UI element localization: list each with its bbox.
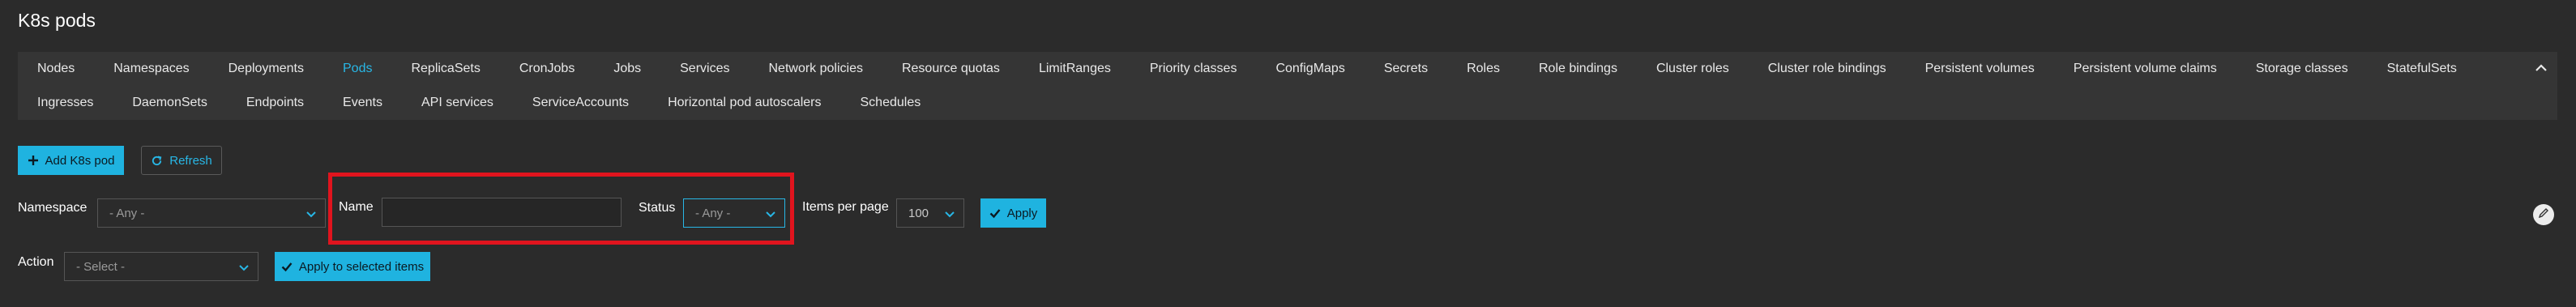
items-per-page-select[interactable]: 100 — [896, 198, 964, 228]
page: K8s pods Nodes Namespaces Deployments Pods R… — [0, 0, 2576, 307]
tab-storage-classes[interactable]: Storage classes — [2236, 52, 2368, 86]
apply-to-selected-button[interactable]: Apply to selected items — [275, 252, 430, 281]
tab-limitranges[interactable]: LimitRanges — [1019, 52, 1130, 86]
apply-button[interactable]: Apply — [980, 198, 1046, 228]
tab-endpoints[interactable]: Endpoints — [227, 86, 323, 120]
tab-ingresses[interactable]: Ingresses — [18, 86, 113, 120]
tab-roles[interactable]: Roles — [1447, 52, 1519, 86]
tab-persistent-volumes[interactable]: Persistent volumes — [1906, 52, 2054, 86]
chevron-down-icon — [306, 211, 316, 218]
tab-pods[interactable]: Pods — [323, 52, 391, 86]
tab-network-policies[interactable]: Network policies — [749, 52, 882, 86]
namespace-select[interactable]: - Any - — [97, 198, 326, 228]
namespace-label: Namespace — [18, 201, 88, 215]
refresh-button[interactable]: Refresh — [141, 146, 222, 175]
edit-button[interactable] — [2533, 204, 2554, 225]
apply-to-selected-label: Apply to selected items — [298, 259, 425, 274]
action-select[interactable]: - Select - — [64, 252, 258, 281]
tab-statefulsets[interactable]: StatefulSets — [2368, 52, 2476, 86]
chevron-down-icon — [239, 265, 249, 271]
pencil-icon — [2538, 207, 2549, 223]
resource-tabs: Nodes Namespaces Deployments Pods ReplicaSet… — [18, 52, 2557, 120]
tab-serviceaccounts[interactable]: ServiceAccounts — [513, 86, 648, 120]
chevron-down-icon — [945, 211, 955, 218]
tab-schedules[interactable]: Schedules — [841, 86, 941, 120]
check-icon — [989, 207, 1001, 219]
tab-cluster-roles[interactable]: Cluster roles — [1637, 52, 1749, 86]
tab-replicasets[interactable]: ReplicaSets — [391, 52, 499, 86]
tab-nodes[interactable]: Nodes — [18, 52, 94, 86]
plus-icon — [28, 155, 39, 166]
namespace-select-value: - Any - — [109, 206, 145, 220]
items-per-page-label: Items per page — [802, 200, 889, 214]
action-select-value: - Select - — [76, 259, 126, 274]
tab-cronjobs[interactable]: CronJobs — [500, 52, 594, 86]
tab-events[interactable]: Events — [323, 86, 402, 120]
items-per-page-value: 100 — [908, 206, 929, 220]
tab-cluster-role-bindings[interactable]: Cluster role bindings — [1749, 52, 1906, 86]
tab-services[interactable]: Services — [660, 52, 749, 86]
tab-jobs[interactable]: Jobs — [594, 52, 660, 86]
highlight-box — [328, 173, 794, 245]
tab-persistent-volume-claims[interactable]: Persistent volume claims — [2054, 52, 2236, 86]
tab-row-2: Ingresses DaemonSets Endpoints Events API se… — [18, 86, 940, 120]
page-title: K8s pods — [18, 10, 96, 31]
refresh-label: Refresh — [169, 153, 212, 168]
tab-daemonsets[interactable]: DaemonSets — [113, 86, 227, 120]
tab-configmaps[interactable]: ConfigMaps — [1256, 52, 1364, 86]
tab-deployments[interactable]: Deployments — [209, 52, 323, 86]
tab-priority-classes[interactable]: Priority classes — [1130, 52, 1257, 86]
chevron-up-icon[interactable] — [2531, 58, 2551, 78]
action-label: Action — [18, 255, 54, 269]
apply-label: Apply — [1006, 206, 1038, 220]
add-k8s-pod-button[interactable]: Add K8s pod — [18, 146, 124, 175]
tab-horizontal-pod-autoscalers[interactable]: Horizontal pod autoscalers — [648, 86, 840, 120]
refresh-icon — [151, 155, 163, 167]
tab-api-services[interactable]: API services — [402, 86, 513, 120]
tab-secrets[interactable]: Secrets — [1365, 52, 1447, 86]
tab-role-bindings[interactable]: Role bindings — [1519, 52, 1637, 86]
add-k8s-pod-label: Add K8s pod — [45, 153, 115, 168]
tab-row-1: Nodes Namespaces Deployments Pods ReplicaSet… — [18, 52, 2476, 86]
tab-namespaces[interactable]: Namespaces — [94, 52, 208, 86]
tab-resource-quotas[interactable]: Resource quotas — [882, 52, 1019, 86]
check-icon — [281, 261, 293, 272]
